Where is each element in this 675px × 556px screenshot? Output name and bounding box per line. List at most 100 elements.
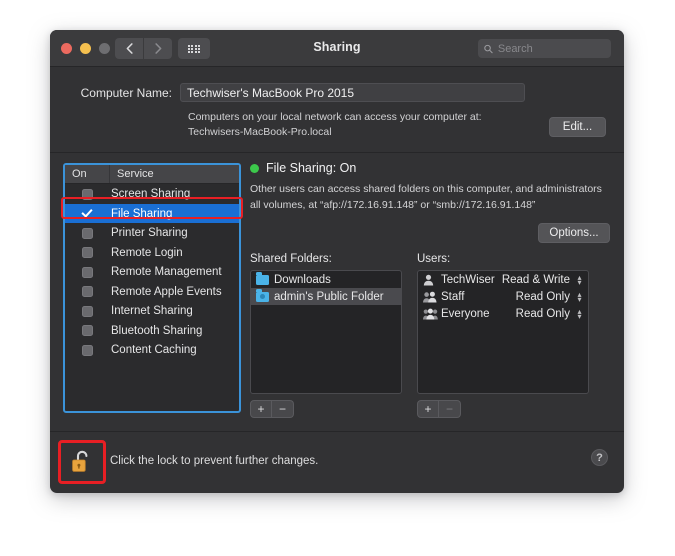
user-row[interactable]: Staff Read Only ▴ ▾ bbox=[418, 288, 588, 305]
window-titlebar: Sharing bbox=[50, 30, 624, 67]
remove-shared-folder-button[interactable]: − bbox=[272, 400, 294, 419]
unchecked-checkbox-icon[interactable] bbox=[81, 247, 93, 259]
service-name-label: Remote Management bbox=[111, 266, 222, 279]
status-title: File Sharing: On bbox=[266, 161, 357, 176]
user-permission-value: Read Only bbox=[515, 290, 570, 303]
user-permission-control[interactable]: Read Only ▴ ▾ bbox=[515, 290, 588, 303]
service-enable-cell[interactable] bbox=[65, 344, 109, 356]
service-name-label: Internet Sharing bbox=[111, 305, 193, 318]
user-permission-value: Read Only bbox=[515, 307, 570, 320]
service-name-label: Remote Login bbox=[111, 246, 183, 259]
edit-hostname-button[interactable]: Edit... bbox=[549, 117, 606, 137]
computer-name-input[interactable] bbox=[180, 83, 525, 102]
permission-stepper-icon[interactable]: ▴ ▾ bbox=[575, 273, 584, 286]
service-name-label: Screen Sharing bbox=[111, 188, 191, 201]
service-row-screen-sharing[interactable]: Screen Sharing bbox=[65, 184, 239, 204]
unchecked-checkbox-icon[interactable] bbox=[81, 266, 93, 278]
service-row-file-sharing[interactable]: File Sharing bbox=[65, 203, 239, 224]
permission-stepper-icon[interactable]: ▴ ▾ bbox=[575, 290, 584, 303]
unchecked-checkbox-icon[interactable] bbox=[81, 188, 93, 200]
user-name-label: Everyone bbox=[441, 307, 490, 320]
service-row-bluetooth-sharing[interactable]: Bluetooth Sharing bbox=[65, 321, 239, 341]
checked-checkbox-icon[interactable] bbox=[82, 208, 93, 219]
shared-folders-buttons: + − bbox=[250, 400, 402, 419]
everyone-users-icon bbox=[423, 308, 438, 320]
shared-folders-column: Shared Folders: Downloads admin's Public … bbox=[250, 253, 402, 419]
options-button[interactable]: Options... bbox=[538, 223, 610, 244]
service-name-label: Bluetooth Sharing bbox=[111, 324, 203, 337]
service-row-content-caching[interactable]: Content Caching bbox=[65, 340, 239, 360]
network-access-info: Computers on your local network can acce… bbox=[188, 110, 518, 140]
lock-hint-text: Click the lock to prevent further change… bbox=[110, 455, 319, 467]
sharing-preferences-window: Sharing Computer Name: Computers on your… bbox=[50, 30, 624, 493]
service-enable-cell[interactable] bbox=[65, 266, 109, 278]
shared-folder-name: admin's Public Folder bbox=[274, 290, 384, 303]
service-row-internet-sharing[interactable]: Internet Sharing bbox=[65, 301, 239, 321]
service-row-remote-apple-events[interactable]: Remote Apple Events bbox=[65, 282, 239, 302]
single-user-icon bbox=[423, 274, 438, 286]
description-line-2: all volumes, at “afp://172.16.91.148” or… bbox=[250, 199, 536, 212]
unchecked-checkbox-icon[interactable] bbox=[81, 325, 93, 337]
user-name-label: TechWiser bbox=[441, 273, 495, 286]
public-folder-icon bbox=[256, 289, 269, 302]
permission-stepper-icon[interactable]: ▴ ▾ bbox=[575, 307, 584, 320]
service-name-label: File Sharing bbox=[111, 207, 173, 220]
service-enable-cell[interactable] bbox=[65, 188, 109, 200]
users-list[interactable]: TechWiser Read & Write ▴ ▾ Staff Read Only ▴ ▾ E… bbox=[417, 270, 589, 395]
search-input[interactable] bbox=[497, 42, 605, 55]
shared-folders-label: Shared Folders: bbox=[250, 253, 332, 266]
shared-folders-list[interactable]: Downloads admin's Public Folder bbox=[250, 270, 402, 395]
preferences-body: On Service Screen Sharing File Sharing Pri… bbox=[50, 153, 624, 440]
add-user-button[interactable]: + bbox=[417, 400, 439, 419]
lock-button[interactable] bbox=[58, 440, 106, 484]
network-access-line-1: Computers on your local network can acce… bbox=[188, 111, 482, 123]
shared-folder-row[interactable]: Downloads bbox=[251, 271, 401, 288]
service-enable-cell[interactable] bbox=[65, 208, 109, 219]
service-row-remote-login[interactable]: Remote Login bbox=[65, 243, 239, 263]
service-enable-cell[interactable] bbox=[65, 227, 109, 239]
users-column: Users: TechWiser Read & Write ▴ ▾ Staff Read … bbox=[417, 253, 589, 419]
unchecked-checkbox-icon[interactable] bbox=[81, 344, 93, 356]
user-permission-control[interactable]: Read & Write ▴ ▾ bbox=[501, 273, 588, 286]
column-header-service: Service bbox=[109, 165, 239, 184]
service-name-label: Printer Sharing bbox=[111, 227, 188, 240]
search-icon bbox=[484, 44, 493, 53]
user-permission-value: Read & Write bbox=[501, 273, 570, 286]
service-enable-cell[interactable] bbox=[65, 325, 109, 337]
help-button[interactable]: ? bbox=[591, 449, 608, 466]
file-sharing-detail-pane: File Sharing: On Other users can access … bbox=[250, 161, 610, 419]
shared-folder-row[interactable]: admin's Public Folder bbox=[251, 288, 401, 306]
file-sharing-description: Other users can access shared folders on… bbox=[250, 182, 605, 214]
user-row[interactable]: TechWiser Read & Write ▴ ▾ bbox=[418, 271, 588, 288]
user-row[interactable]: Everyone Read Only ▴ ▾ bbox=[418, 305, 588, 322]
unchecked-checkbox-icon[interactable] bbox=[81, 305, 93, 317]
folder-icon bbox=[256, 272, 269, 285]
service-name-label: Content Caching bbox=[111, 344, 197, 357]
computer-name-label: Computer Name: bbox=[80, 85, 172, 100]
users-buttons: + − bbox=[417, 400, 589, 419]
service-row-remote-management[interactable]: Remote Management bbox=[65, 262, 239, 282]
services-list[interactable]: On Service Screen Sharing File Sharing Pri… bbox=[63, 163, 241, 414]
local-hostname: Techwisers-MacBook-Pro.local bbox=[188, 126, 332, 139]
add-shared-folder-button[interactable]: + bbox=[250, 400, 272, 419]
user-permission-control[interactable]: Read Only ▴ ▾ bbox=[515, 307, 588, 320]
service-enable-cell[interactable] bbox=[65, 305, 109, 317]
unchecked-checkbox-icon[interactable] bbox=[81, 286, 93, 298]
remove-user-button: − bbox=[439, 400, 461, 419]
service-enable-cell[interactable] bbox=[65, 247, 109, 259]
description-line-1: Other users can access shared folders on… bbox=[250, 183, 602, 196]
folders-and-users: Shared Folders: Downloads admin's Public … bbox=[250, 253, 610, 419]
unchecked-checkbox-icon[interactable] bbox=[81, 227, 93, 239]
user-name-label: Staff bbox=[441, 290, 465, 303]
users-label: Users: bbox=[417, 253, 451, 266]
service-row-printer-sharing[interactable]: Printer Sharing bbox=[65, 223, 239, 243]
preferences-footer: Click the lock to prevent further change… bbox=[50, 431, 624, 493]
service-enable-cell[interactable] bbox=[65, 286, 109, 298]
unlocked-padlock-icon bbox=[72, 450, 88, 472]
file-sharing-status: File Sharing: On bbox=[250, 161, 610, 175]
shared-folder-name: Downloads bbox=[274, 273, 331, 286]
search-box[interactable] bbox=[478, 39, 611, 58]
services-rows-container: Screen Sharing File Sharing Printer Sharin… bbox=[65, 184, 239, 360]
computer-name-section: Computer Name: Computers on your local n… bbox=[50, 67, 624, 154]
services-list-header: On Service bbox=[65, 165, 239, 185]
